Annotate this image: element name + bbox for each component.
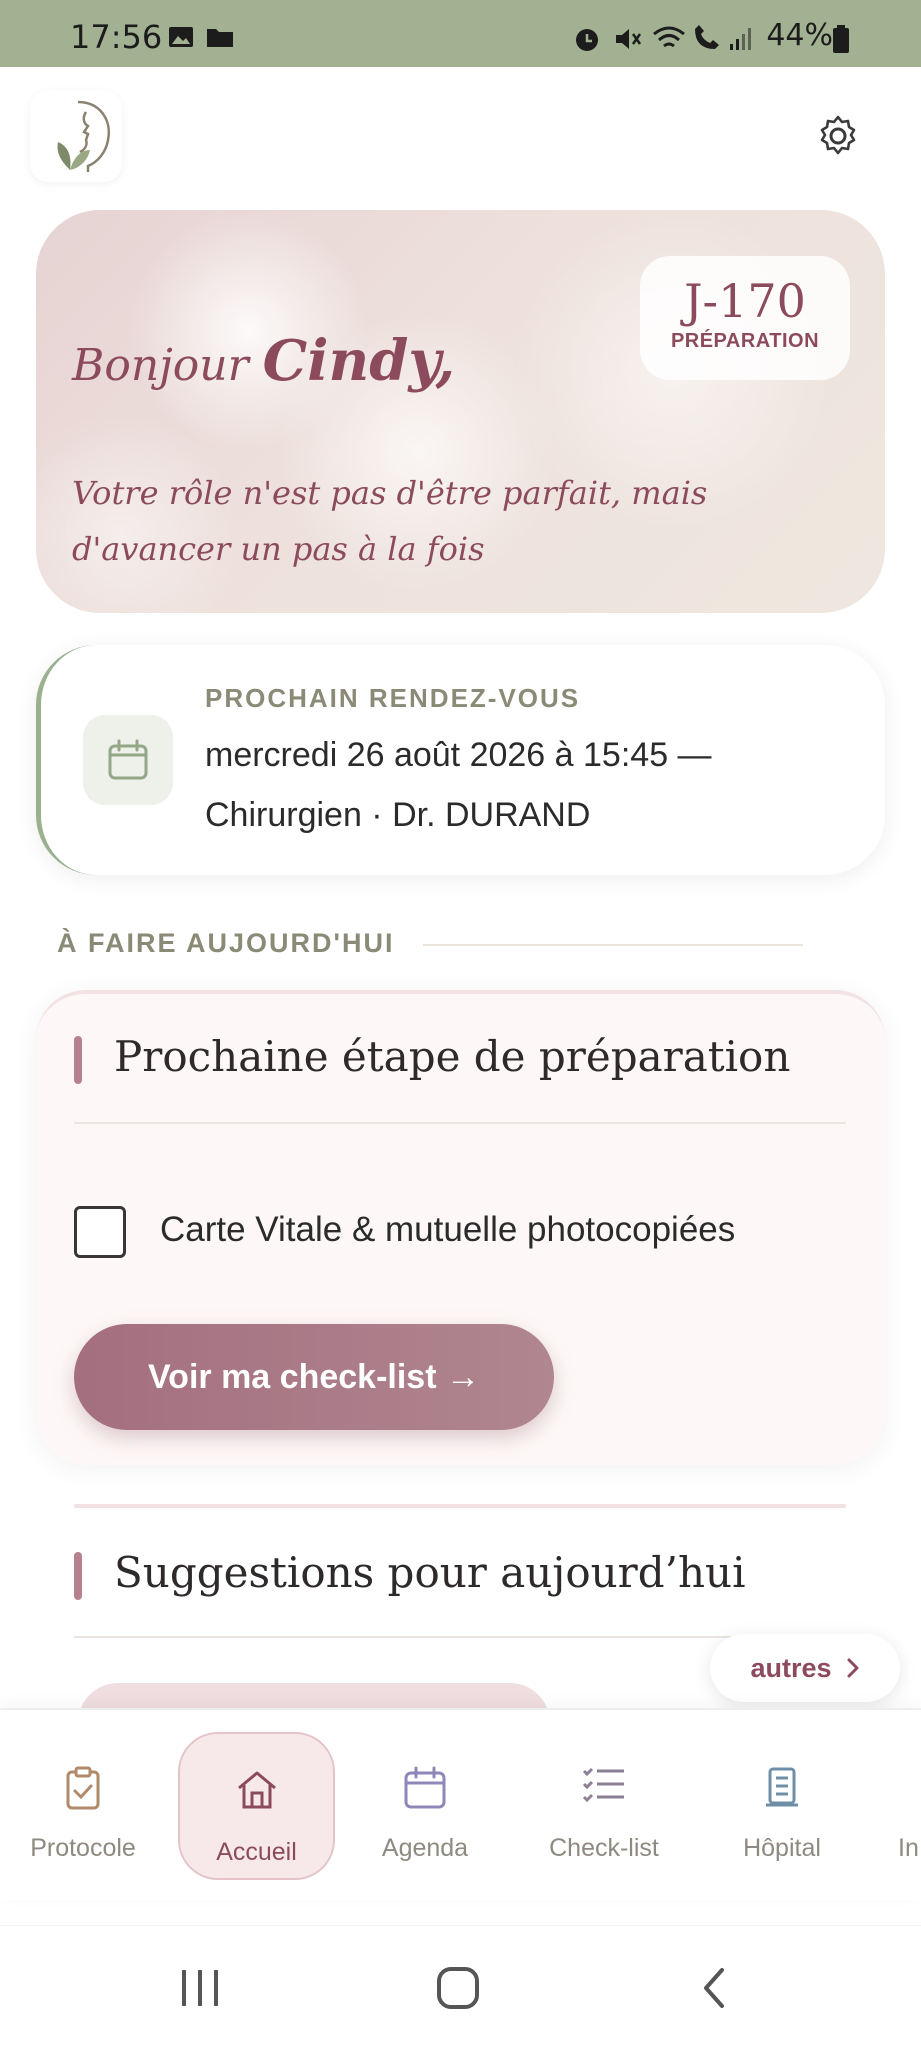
user-name: Cindy,: [262, 328, 456, 394]
calendar-icon: [404, 1766, 446, 1809]
face-leaf-logo-icon: [57, 100, 110, 172]
clipboard-check-icon: [66, 1766, 100, 1810]
countdown-badge: J-170 PRÉPARATION: [640, 256, 850, 380]
back-icon[interactable]: [700, 1966, 728, 2010]
next-appointment-card[interactable]: PROCHAIN RENDEZ-VOUS mercredi 26 août 20…: [36, 645, 885, 875]
appointment-label: PROCHAIN RENDEZ-VOUS: [205, 683, 581, 713]
task-label[interactable]: Carte Vitale & mutuelle photocopiées: [160, 1210, 735, 1250]
nav-label: In: [898, 1834, 919, 1862]
hero-banner: Bonjour Cindy, Votre rôle n'est pas d'êt…: [36, 210, 885, 613]
home-icon: [237, 1771, 276, 1809]
preparation-title: Prochaine étape de préparation: [114, 1032, 791, 1081]
preparation-card: Prochaine étape de préparation Carte Vit…: [36, 990, 885, 1465]
nav-label: Hôpital: [743, 1834, 821, 1862]
hospital-icon: [766, 1767, 798, 1807]
recent-apps-icon[interactable]: [178, 1968, 222, 2008]
section-divider: [423, 944, 803, 946]
appointment-icon-box: [83, 715, 173, 805]
status-bar: 17:56 44%: [0, 0, 921, 67]
checklist-icon: [582, 1767, 624, 1802]
nav-checklist[interactable]: Check-list: [530, 1730, 678, 1878]
task-checkbox[interactable]: [74, 1206, 126, 1258]
nav-protocole[interactable]: Protocole: [16, 1730, 150, 1878]
nav-label: Check-list: [549, 1834, 659, 1862]
nav-accueil[interactable]: Accueil: [178, 1732, 335, 1880]
gear-icon[interactable]: [816, 114, 860, 158]
image-icon: [169, 27, 193, 47]
chevron-right-icon: [847, 1658, 859, 1678]
app-logo[interactable]: [30, 90, 122, 182]
folder-icon: [207, 29, 233, 47]
battery-icon: [833, 25, 849, 53]
nav-hopital[interactable]: Hôpital: [715, 1730, 849, 1878]
nav-agenda[interactable]: Agenda: [358, 1730, 492, 1878]
greeting: Bonjour Cindy,: [72, 328, 455, 394]
wifi-call-icon: [695, 25, 719, 49]
countdown-days: J-170: [684, 274, 806, 328]
title-accent-bar: [74, 1036, 82, 1084]
alarm-icon: [576, 29, 598, 51]
wifi-icon: [653, 26, 685, 48]
nav-label: Agenda: [381, 1834, 469, 1862]
greeting-text: Bonjour: [72, 340, 249, 391]
view-checklist-button[interactable]: Voir ma check-list →: [74, 1324, 554, 1430]
calendar-icon: [108, 739, 148, 780]
system-navigation-bar: [0, 1925, 921, 2048]
nav-label: Accueil: [216, 1838, 297, 1866]
motivational-quote: Votre rôle n'est pas d'être parfait, mai…: [72, 474, 708, 568]
suggestions-title: Suggestions pour aujourd’hui: [114, 1548, 746, 1597]
title-accent-bar: [74, 1552, 82, 1600]
battery-level: 44%: [766, 18, 833, 53]
home-nav-icon[interactable]: [436, 1966, 480, 2010]
more-suggestions-button[interactable]: autres: [710, 1634, 900, 1702]
bottom-navigation: Protocole Accueil Agenda Check-list Hôpi…: [0, 1708, 921, 1900]
more-label: autres: [750, 1652, 832, 1683]
status-time: 17:56: [70, 18, 163, 56]
appointment-details: mercredi 26 août 2026 à 15:45 — Chirurgi…: [205, 736, 712, 834]
phase-label: PRÉPARATION: [670, 330, 820, 352]
nav-more-cut[interactable]: In: [888, 1730, 921, 1878]
card-divider: [74, 1122, 846, 1124]
today-section-title: À FAIRE AUJOURD'HUI: [57, 928, 395, 958]
nav-label: Protocole: [30, 1834, 136, 1862]
mute-icon: [616, 29, 642, 49]
suggestions-top-border: [74, 1504, 846, 1508]
signal-icon: [730, 28, 751, 50]
